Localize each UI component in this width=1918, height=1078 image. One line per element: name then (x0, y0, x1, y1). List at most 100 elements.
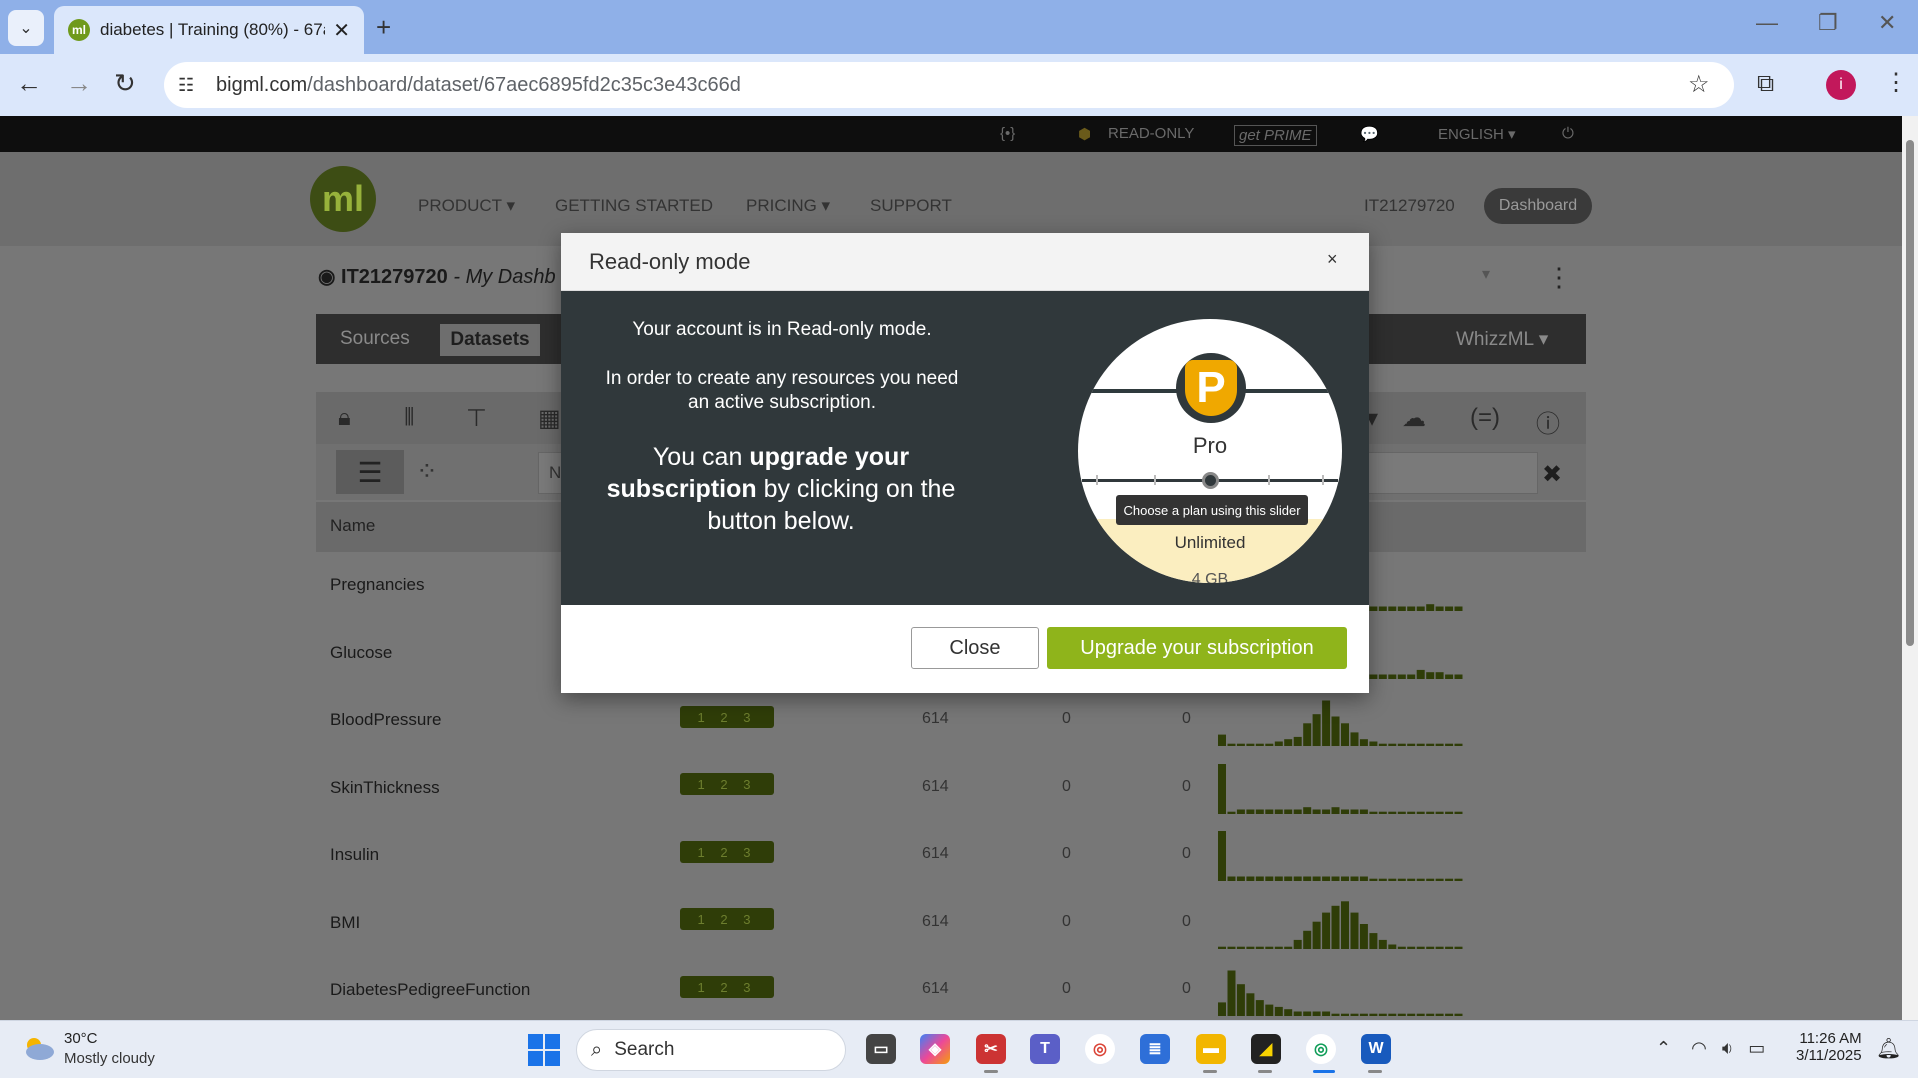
modal-title: Read-only mode (589, 249, 751, 274)
histogram-bar (1322, 1011, 1331, 1016)
info-icon[interactable]: ⓘ (1536, 404, 1560, 439)
nav-username[interactable]: IT21279720 (1364, 196, 1455, 216)
sticky-notes-icon[interactable]: ◢ (1251, 1034, 1281, 1064)
file-explorer-icon[interactable]: ▬ (1196, 1034, 1226, 1064)
restore-icon[interactable]: ❐ (1818, 10, 1838, 36)
taskbar-search[interactable]: ⌕ Search (576, 1029, 846, 1071)
copilot-icon[interactable]: ◈ (920, 1034, 950, 1064)
chrome-menu-icon[interactable]: ⋮ (1884, 68, 1908, 97)
chrome-profile-icon[interactable]: ◎ (1306, 1034, 1336, 1064)
battery-icon[interactable]: ▭ (1748, 1038, 1765, 1058)
histogram-bar (1359, 924, 1368, 949)
tab-close-icon[interactable]: ✕ (333, 18, 350, 43)
weather-temperature[interactable]: 30°C (64, 1030, 98, 1047)
back-icon[interactable]: ← (16, 68, 42, 99)
notepad-icon[interactable]: ≣ (1140, 1034, 1170, 1064)
dropdown-caret-icon[interactable]: ▾ (1482, 264, 1490, 284)
tab-datasets[interactable]: Datasets (440, 324, 540, 356)
extensions-icon[interactable]: ⧉ (1757, 70, 1774, 98)
snipping-tool-icon[interactable]: ✂ (976, 1034, 1006, 1064)
profile-avatar[interactable]: i (1826, 70, 1856, 100)
power-icon[interactable]: ⏻ (1562, 125, 1574, 142)
get-prime-link[interactable]: get PRIME (1234, 125, 1317, 146)
lock-icon[interactable]: 🔒︎ (338, 404, 351, 432)
field-name[interactable]: BloodPressure (330, 710, 442, 730)
slider-tick (1154, 475, 1156, 485)
nav-support[interactable]: SUPPORT (870, 196, 952, 216)
breadcrumb-section[interactable]: My Dashb (466, 266, 556, 288)
nav-product[interactable]: PRODUCT ▾ (418, 196, 515, 216)
field-name[interactable]: Pregnancies (330, 575, 425, 595)
formula-icon[interactable]: (=) (1470, 404, 1500, 432)
word-icon[interactable]: W (1361, 1034, 1391, 1064)
field-missing: 0 (1062, 980, 1071, 997)
field-name[interactable]: BMI (330, 913, 360, 933)
windows-start-icon[interactable] (528, 1034, 560, 1066)
histogram-bar (1227, 743, 1236, 746)
configure-dataset-icon[interactable]: ⦀ (404, 404, 415, 432)
field-name[interactable]: Insulin (330, 845, 379, 865)
bookmark-star-icon[interactable]: ☆ (1688, 70, 1710, 99)
close-button[interactable]: Close (911, 627, 1039, 669)
scatterplot-icon[interactable]: ⁘ (416, 456, 438, 487)
language-selector[interactable]: ENGLISH ▾ (1438, 125, 1516, 143)
browser-tab-active[interactable]: ml diabetes | Training (80%) - 67aec6f ✕ (54, 6, 364, 54)
site-info-icon[interactable]: ☷ (178, 75, 200, 96)
system-tray[interactable]: ⌃ ◠ 🔉︎ ▭ (1656, 1038, 1765, 1059)
field-histogram[interactable] (1218, 690, 1464, 746)
wifi-icon[interactable]: ◠ (1691, 1038, 1707, 1058)
list-view-icon[interactable]: ☰ (336, 450, 404, 494)
field-histogram[interactable] (1218, 893, 1464, 949)
task-view-icon[interactable]: ▭ (866, 1034, 896, 1064)
modal-close-icon[interactable]: × (1327, 249, 1338, 270)
teams-icon[interactable]: T (1030, 1034, 1060, 1064)
cluster-icon[interactable]: ☁ (1402, 404, 1426, 433)
options-kebab-icon[interactable]: ⋮ (1546, 262, 1572, 293)
reload-icon[interactable]: ↻ (114, 68, 136, 99)
field-histogram[interactable] (1218, 758, 1464, 814)
minimize-icon[interactable]: — (1756, 10, 1778, 36)
column-header-name[interactable]: Name (330, 516, 375, 536)
histogram-bar (1312, 809, 1321, 814)
new-tab-icon[interactable]: + (376, 12, 391, 43)
readonly-label[interactable]: READ-ONLY (1108, 125, 1194, 142)
tab-whizzml[interactable]: WhizzML ▾ (1456, 328, 1548, 351)
nav-getting-started[interactable]: GETTING STARTED (555, 196, 713, 216)
tab-search-button[interactable]: ⌄ (8, 10, 44, 46)
field-name[interactable]: SkinThickness (330, 778, 440, 798)
weather-condition[interactable]: Mostly cloudy (64, 1050, 155, 1067)
window-close-icon[interactable]: ✕ (1878, 10, 1896, 36)
histogram-bar (1454, 743, 1463, 746)
api-code-icon[interactable]: {•} (1000, 125, 1015, 142)
histogram-bar (1341, 876, 1349, 881)
forward-icon[interactable]: → (66, 68, 92, 99)
notifications-icon[interactable]: 🔔︎ (1876, 1036, 1901, 1061)
chrome-icon[interactable]: ◎ (1085, 1034, 1115, 1064)
field-name[interactable]: Glucose (330, 643, 392, 663)
field-histogram[interactable] (1218, 825, 1464, 881)
chat-icon[interactable]: 💬 (1360, 125, 1379, 143)
model-tree-icon[interactable]: ⊤ (466, 404, 487, 433)
taskbar-clock[interactable]: 11:26 AM 3/11/2025 (1796, 1030, 1862, 1064)
field-name[interactable]: DiabetesPedigreeFunction (330, 980, 530, 1000)
histogram-bar (1331, 876, 1340, 881)
field-histogram[interactable] (1218, 960, 1464, 1016)
histogram-bar (1445, 674, 1454, 679)
show-hidden-icons-icon[interactable]: ⌃ (1656, 1038, 1671, 1058)
plan-slider-handle[interactable] (1202, 472, 1219, 489)
address-bar[interactable]: ☷ bigml.com/dashboard/dataset/67aec6895f… (164, 62, 1734, 108)
scrollbar-thumb[interactable] (1906, 140, 1914, 646)
histogram-bar (1322, 700, 1331, 746)
bigml-logo[interactable]: ml (310, 166, 376, 232)
histogram-bar (1445, 878, 1454, 881)
volume-icon[interactable]: 🔉︎ (1722, 1038, 1733, 1058)
create-icon[interactable]: ▦ (538, 404, 561, 433)
dashboard-button[interactable]: Dashboard (1484, 188, 1592, 224)
cloudy-weather-icon[interactable] (20, 1034, 56, 1062)
breadcrumb-user[interactable]: IT21279720 (341, 266, 448, 288)
upgrade-subscription-button[interactable]: Upgrade your subscription (1047, 627, 1347, 669)
tab-sources[interactable]: Sources (340, 328, 410, 350)
clear-filter-icon[interactable]: ✖ (1542, 460, 1562, 489)
histogram-bar (1246, 809, 1255, 814)
nav-pricing[interactable]: PRICING ▾ (746, 196, 830, 216)
